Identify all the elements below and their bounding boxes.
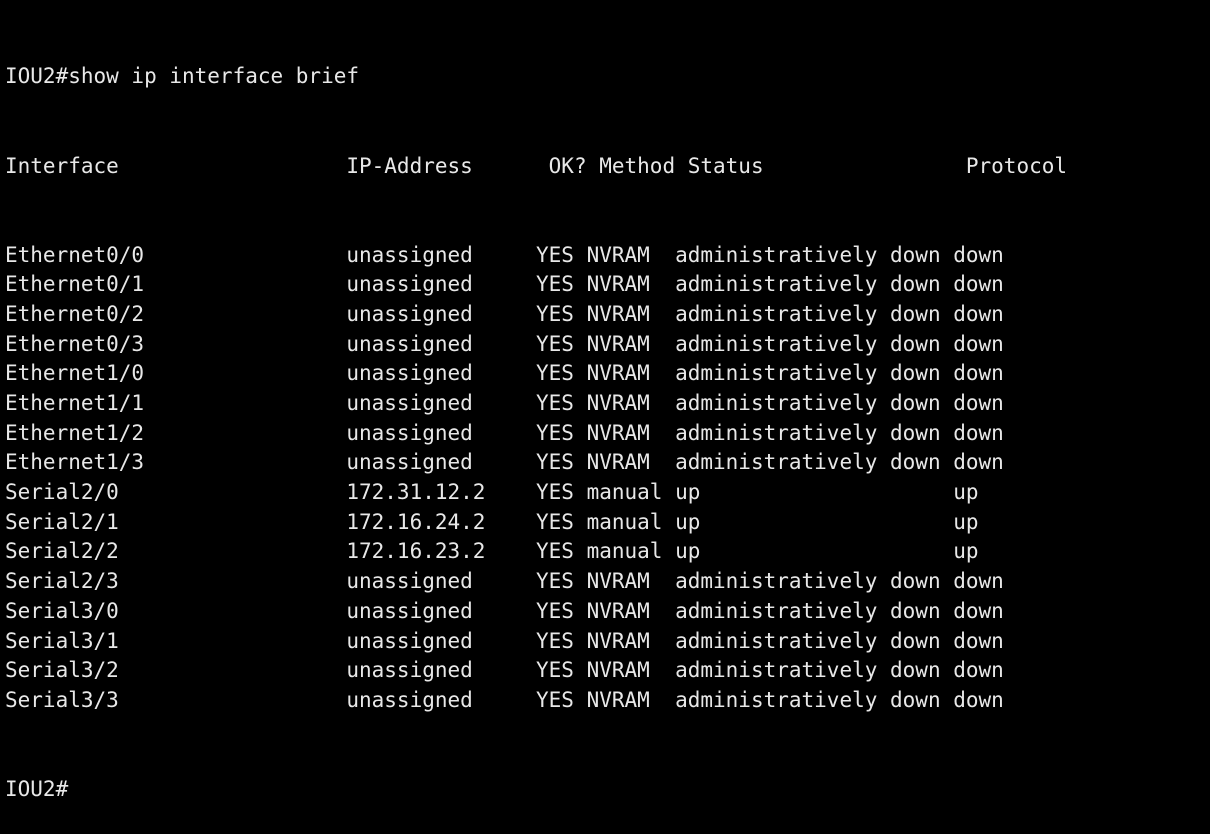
table-header-row: Interface IP-Address OK? Method Status P… [5, 153, 1068, 178]
table-row: Serial3/3 unassigned YES NVRAM administr… [5, 687, 1004, 712]
table-row: Ethernet1/2 unassigned YES NVRAM adminis… [5, 420, 1004, 445]
table-row: Serial2/2 172.16.23.2 YES manual up up [5, 539, 979, 564]
terminal-screen[interactable]: IOU2#show ip interface brief Interface I… [0, 0, 1210, 801]
table-row: Ethernet1/1 unassigned YES NVRAM adminis… [5, 391, 1004, 416]
table-row: Ethernet0/1 unassigned YES NVRAM adminis… [5, 272, 1004, 297]
table-row: Ethernet1/3 unassigned YES NVRAM adminis… [5, 450, 1004, 475]
table-row: Serial2/1 172.16.24.2 YES manual up up [5, 509, 979, 534]
table-row: Serial2/0 172.31.12.2 YES manual up up [5, 480, 979, 505]
final-prompt[interactable]: IOU2# [5, 775, 1210, 805]
command-line: IOU2#show ip interface brief [5, 64, 360, 89]
interface-table-body: Ethernet0/0 unassigned YES NVRAM adminis… [5, 241, 1210, 716]
table-row: Serial2/3 unassigned YES NVRAM administr… [5, 569, 1004, 594]
table-row: Serial3/2 unassigned YES NVRAM administr… [5, 658, 1004, 683]
table-row: Ethernet0/0 unassigned YES NVRAM adminis… [5, 242, 1004, 267]
table-row: Ethernet0/3 unassigned YES NVRAM adminis… [5, 331, 1004, 356]
table-row: Serial3/1 unassigned YES NVRAM administr… [5, 628, 1004, 653]
table-row: Ethernet1/0 unassigned YES NVRAM adminis… [5, 361, 1004, 386]
table-row: Ethernet0/2 unassigned YES NVRAM adminis… [5, 301, 1004, 326]
table-row: Serial3/0 unassigned YES NVRAM administr… [5, 598, 1004, 623]
